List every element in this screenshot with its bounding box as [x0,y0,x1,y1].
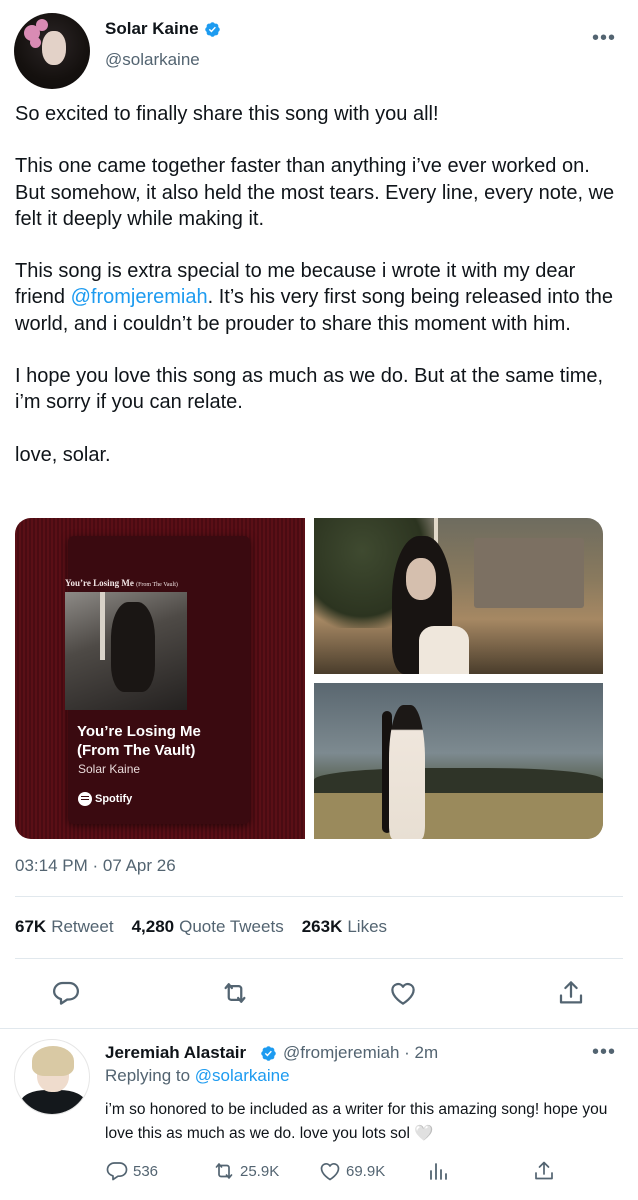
reply-action-bar: 536 25.9K 69.9K [0,1158,638,1188]
author-name[interactable]: Solar Kaine [105,19,199,39]
tweet-paragraph: So excited to finally share this song wi… [15,103,439,125]
tweet-action-bar [0,978,638,1010]
views-icon [430,1163,447,1180]
share-icon[interactable] [556,978,586,1008]
replying-to-mention[interactable]: @solarkaine [195,1066,290,1085]
reply-text: i’m so honored to be included as a write… [105,1101,608,1142]
reply-author-name[interactable]: Jeremiah Alastair [105,1043,246,1063]
divider [0,1028,638,1029]
tweet-paragraph: This one came together faster than anyth… [15,155,615,230]
author-avatar[interactable] [14,13,90,89]
divider [15,958,623,959]
card-small-title: You’re Losing Me (From The Vault) [65,578,178,588]
reply-author-avatar[interactable] [14,1039,90,1115]
like-count[interactable]: 263K Likes [302,917,387,937]
card-song-title: You’re Losing Me (From The Vault) [77,723,201,759]
more-icon[interactable]: ••• [592,28,616,48]
quote-count-label: Quote Tweets [179,917,284,936]
like-icon[interactable] [388,978,418,1008]
like-icon [320,1163,340,1181]
card-artist: Solar Kaine [78,762,141,776]
reply-share-button[interactable] [532,1158,556,1184]
media-grid: You’re Losing Me (From The Vault) You’re… [15,518,603,839]
media-image-photo-2[interactable] [314,683,603,839]
verified-badge-icon [261,1046,276,1061]
divider [15,896,623,897]
share-icon [535,1161,553,1180]
quote-count-number: 4,280 [131,917,175,936]
retweet-count[interactable]: 67K Retweet [15,917,114,937]
replying-to-prefix: Replying to [105,1066,191,1085]
reply-like-button[interactable]: 69.9K [318,1158,385,1184]
media-image-photo-1[interactable] [314,518,603,674]
media-image-spotify-card[interactable]: You’re Losing Me (From The Vault) You’re… [15,518,305,839]
like-count-label: Likes [347,917,388,936]
reply-retweet-button[interactable]: 25.9K [212,1158,279,1184]
reply-views-button[interactable] [426,1158,450,1184]
retweet-icon [215,1163,233,1179]
verified-badge-icon [205,22,220,37]
retweet-icon[interactable] [220,978,250,1008]
card-small-subtitle: (From The Vault) [136,582,178,588]
card-small-title-main: You’re Losing Me [65,578,134,588]
tweet-paragraph: I hope you love this song as much as we … [15,365,604,414]
retweet-count-label: Retweet [51,917,114,936]
quote-count[interactable]: 4,280 Quote Tweets [132,917,284,937]
reply-reply-button[interactable]: 536 [105,1158,158,1184]
reply-icon [106,1162,128,1181]
reply-like-count: 69.9K [346,1162,386,1180]
tweet-stats: 67K Retweet 4,280 Quote Tweets 263K Likes [15,917,405,937]
tweet-text: So excited to finally share this song wi… [15,101,625,494]
like-count-number: 263K [301,917,343,936]
mention-link[interactable]: @fromjeremiah [71,286,208,308]
more-icon[interactable]: ••• [592,1042,616,1062]
tweet-paragraph: love, solar. [15,443,111,466]
reply-retweet-count: 25.9K [240,1162,280,1180]
author-handle[interactable]: @solarkaine [105,50,200,70]
tweet-timestamp[interactable]: 03:14 PM · 07 Apr 26 [15,856,176,876]
spotify-logo-icon: Spotify [78,792,132,806]
replying-to: Replying to @solarkaine [105,1066,290,1086]
reply-author-handle[interactable]: @fromjeremiah · 2m [283,1043,438,1063]
reply-icon[interactable] [51,978,81,1008]
reply-reply-count: 536 [133,1162,159,1180]
spotify-brand-text: Spotify [95,793,133,805]
retweet-count-number: 67K [15,917,47,936]
card-photo [65,592,187,710]
tweet-paragraph: This song is extra special to me because… [15,258,625,337]
